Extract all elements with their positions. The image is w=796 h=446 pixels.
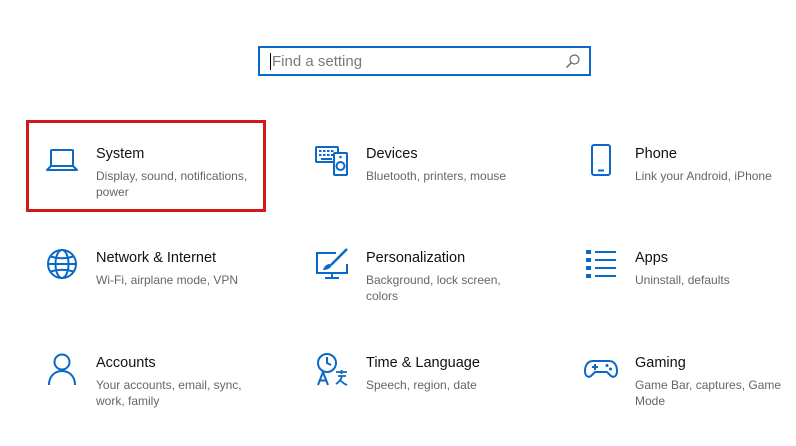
tile-description: Wi-Fi, airplane mode, VPN <box>96 273 239 287</box>
paint-icon <box>314 246 350 282</box>
tile-description: Speech, region, date <box>366 378 477 392</box>
tile-description: Bluetooth, printers, mouse <box>366 169 507 183</box>
tile-title: Time & Language <box>366 355 480 371</box>
tile-title: Accounts <box>96 355 156 371</box>
tile-description: Link your Android, iPhone <box>635 169 772 183</box>
tile-title: Phone <box>635 146 677 162</box>
search-box[interactable] <box>258 46 591 76</box>
tile-network-internet[interactable]: Network & Internet Wi-Fi, airplane mode,… <box>26 224 266 316</box>
tile-devices[interactable]: Devices Bluetooth, printers, mouse <box>296 120 536 212</box>
tile-title: Network & Internet <box>96 250 217 266</box>
tile-description: Your accounts, email, sync, work, family <box>96 378 242 408</box>
tile-personalization[interactable]: Personalization Background, lock screen,… <box>296 224 536 316</box>
settings-home: System Display, sound, notifications, po… <box>0 0 796 446</box>
tile-title: System <box>96 146 145 162</box>
laptop-icon <box>44 142 80 178</box>
apps-list-icon <box>583 246 619 282</box>
tile-title: Gaming <box>635 355 686 371</box>
globe-icon <box>44 246 80 282</box>
person-icon <box>44 351 80 387</box>
tile-apps[interactable]: Apps Uninstall, defaults <box>565 224 796 316</box>
tile-time-language[interactable]: Time & Language Speech, region, date <box>296 329 536 421</box>
phone-icon <box>583 142 619 178</box>
tile-title: Apps <box>635 250 669 266</box>
search-icon[interactable] <box>565 53 581 69</box>
search-input[interactable] <box>268 48 558 74</box>
tile-description: Display, sound, notifications, power <box>96 169 248 199</box>
tile-description: Game Bar, captures, Game Mode <box>635 378 782 408</box>
time-language-icon <box>314 351 350 387</box>
tile-phone[interactable]: Phone Link your Android, iPhone <box>565 120 796 212</box>
tile-accounts[interactable]: Accounts Your accounts, email, sync, wor… <box>26 329 266 421</box>
gamepad-icon <box>583 351 619 387</box>
tile-description: Uninstall, defaults <box>635 273 730 287</box>
tile-title: Personalization <box>366 250 466 266</box>
tile-gaming[interactable]: Gaming Game Bar, captures, Game Mode <box>565 329 796 421</box>
tile-description: Background, lock screen, colors <box>366 273 501 303</box>
tile-system[interactable]: System Display, sound, notifications, po… <box>26 120 266 212</box>
tile-title: Devices <box>366 146 418 162</box>
devices-icon <box>314 142 350 178</box>
